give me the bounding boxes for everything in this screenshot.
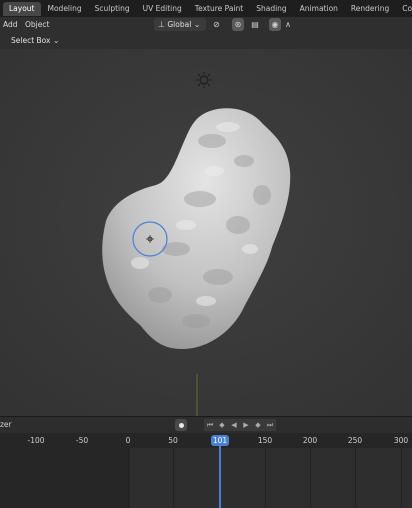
jump-end-icon[interactable]: ⏭ (264, 419, 276, 431)
proportional-edit-toggle[interactable]: ◉ (269, 18, 281, 31)
viewport-canvas (0, 49, 412, 416)
grid-line (173, 448, 174, 508)
snap-target-icon: ▤ (251, 20, 259, 29)
snap-toggle[interactable]: ⊛ (232, 18, 244, 31)
prev-keyframe-icon[interactable]: ◆ (216, 419, 228, 431)
workspace-tabs: Layout Modeling Sculpting UV Editing Tex… (0, 0, 412, 17)
grid-line (401, 448, 402, 508)
playhead[interactable] (219, 446, 221, 508)
ruler-tick: -50 (75, 436, 89, 445)
grid-line (355, 448, 356, 508)
proportional-edit-icon: ◉ (271, 20, 279, 29)
current-frame-badge[interactable]: 101 (211, 435, 229, 446)
select-box-label: Select Box (11, 36, 51, 45)
grid-line (128, 448, 129, 508)
play-reverse-icon[interactable]: ◀ (228, 419, 240, 431)
transform-orientation-dropdown[interactable]: ⊥ Global ⌄ (154, 18, 206, 31)
ruler-tick: 150 (257, 436, 273, 445)
tab-sculpting[interactable]: Sculpting (89, 2, 136, 16)
snap-target-dropdown[interactable]: ▤ (245, 18, 265, 31)
jump-start-icon[interactable]: ⏮ (204, 419, 216, 431)
record-button[interactable] (175, 419, 187, 431)
pivot-point-dropdown[interactable]: ⊘ (209, 18, 229, 31)
chevron-down-icon: ⌄ (193, 20, 201, 29)
ruler-tick: 250 (347, 436, 363, 445)
grid-line (265, 448, 266, 508)
ruler-tick: -100 (27, 436, 45, 445)
pivot-icon: ⊘ (213, 20, 220, 29)
snap-icon: ⊛ (234, 20, 242, 29)
falloff-dropdown[interactable]: ∧ (282, 18, 294, 31)
menu-add[interactable]: Add (3, 18, 18, 31)
transform-orientation-value: Global (167, 20, 192, 29)
playback-controls: ⏮ ◆ ◀ ▶ ◆ ⏭ (204, 419, 276, 431)
tool-header: Select Box ⌄ (0, 32, 412, 49)
select-box-dropdown[interactable]: Select Box ⌄ (7, 34, 64, 47)
menu-object[interactable]: Object (25, 18, 49, 31)
timeline-header: zer ⏮ ◆ ◀ ▶ ◆ ⏭ (0, 416, 412, 433)
ruler-tick: 0 (125, 436, 131, 445)
tab-texture-paint[interactable]: Texture Paint (189, 2, 249, 16)
grid-line (310, 448, 311, 508)
ruler-tick: 200 (302, 436, 318, 445)
chevron-down-icon: ⌄ (52, 36, 60, 45)
ruler-tick: 50 (168, 436, 178, 445)
tab-modeling[interactable]: Modeling (42, 2, 88, 16)
next-keyframe-icon[interactable]: ◆ (252, 419, 264, 431)
viewport-header: Add Object ⊥ Global ⌄ ⊘ ⊛ ▤ ◉ ∧ (0, 17, 412, 32)
tab-uv-editing[interactable]: UV Editing (137, 2, 188, 16)
tab-shading[interactable]: Shading (250, 2, 292, 16)
tab-compositing[interactable]: Composit (396, 2, 412, 16)
timeline-area[interactable] (0, 448, 412, 508)
timeline-editor-label: zer (0, 420, 12, 429)
tab-rendering[interactable]: Rendering (345, 2, 395, 16)
falloff-curve-icon: ∧ (285, 20, 291, 29)
tab-layout[interactable]: Layout (3, 1, 41, 16)
transform-axes-icon: ⊥ (158, 20, 165, 29)
play-icon[interactable]: ▶ (240, 419, 252, 431)
tab-animation[interactable]: Animation (294, 2, 344, 16)
frame-ruler[interactable]: -100 -50 0 50 150 200 250 300 (0, 433, 412, 448)
ruler-tick: 300 (393, 436, 409, 445)
3d-viewport[interactable] (0, 49, 412, 416)
